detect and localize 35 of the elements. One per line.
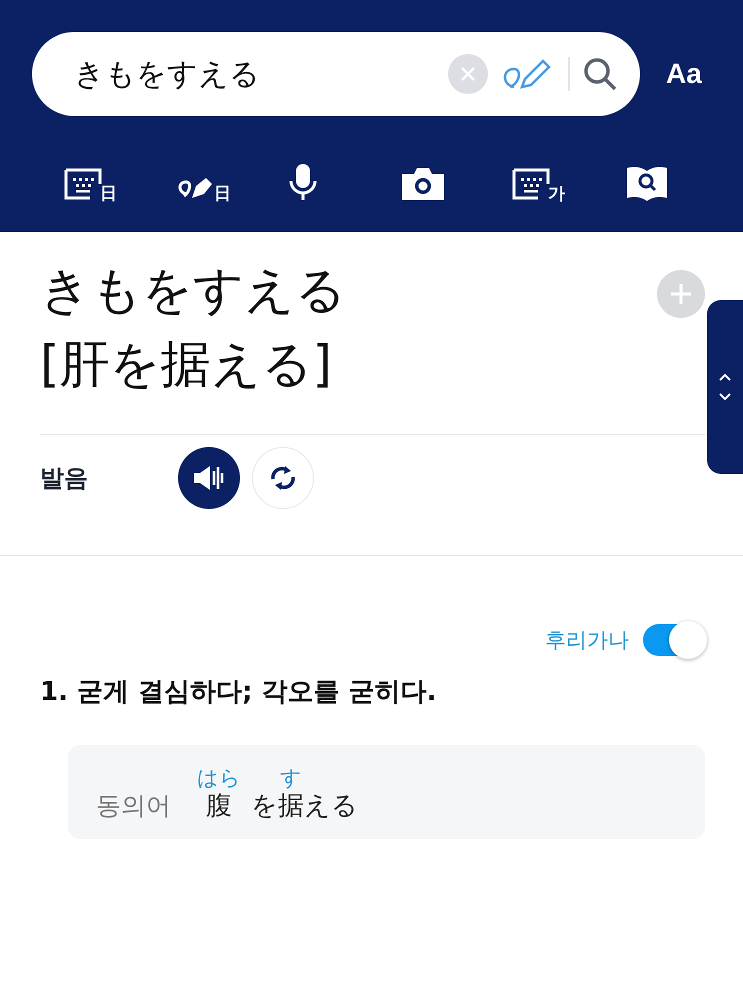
book-search-icon <box>624 164 670 202</box>
keyboard-tool-button[interactable]: 日 <box>64 154 176 202</box>
furigana-text: す <box>280 765 302 791</box>
close-icon <box>459 65 477 83</box>
up-chevron-icon[interactable] <box>718 372 732 382</box>
camera-icon <box>400 166 446 202</box>
synonym-label: 동의어 <box>96 791 171 821</box>
furigana-toggle[interactable] <box>643 624 705 656</box>
pronunciation-label: 발음 <box>40 463 89 494</box>
furigana-label: 후리가나 <box>545 627 629 654</box>
keyboard-icon <box>512 168 550 202</box>
microphone-icon <box>288 162 318 202</box>
navigation-tab[interactable] <box>707 300 743 474</box>
speaker-icon <box>192 465 226 491</box>
plus-icon <box>668 281 694 307</box>
sense-definition: 1. 굳게 결심하다; 각오를 굳히다. <box>40 676 438 709</box>
synonym-text: 据 <box>278 791 304 821</box>
handwriting-tool-button[interactable]: 日 <box>176 154 288 202</box>
language-label: 가 <box>548 185 565 202</box>
search-input[interactable]: きもをすえる <box>72 56 436 92</box>
keyboard-tool-button[interactable]: 가 <box>512 154 624 202</box>
search-button[interactable] <box>582 56 618 92</box>
repeat-icon <box>268 463 298 493</box>
entry-headword: [肝を据える] <box>40 334 334 395</box>
down-chevron-icon[interactable] <box>718 392 732 402</box>
keyboard-icon <box>64 168 102 202</box>
furigana-text: はら <box>197 765 241 791</box>
language-label: 日 <box>100 185 117 202</box>
synonym-text: 腹 <box>206 791 232 821</box>
font-size-button[interactable]: Aa <box>666 58 702 90</box>
entry-reading: きもをすえる <box>40 260 346 321</box>
search-field[interactable]: きもをすえる <box>32 32 640 116</box>
language-label: 日 <box>214 185 231 202</box>
synonym-text: を <box>251 791 278 821</box>
synonym-text: える <box>304 791 358 821</box>
